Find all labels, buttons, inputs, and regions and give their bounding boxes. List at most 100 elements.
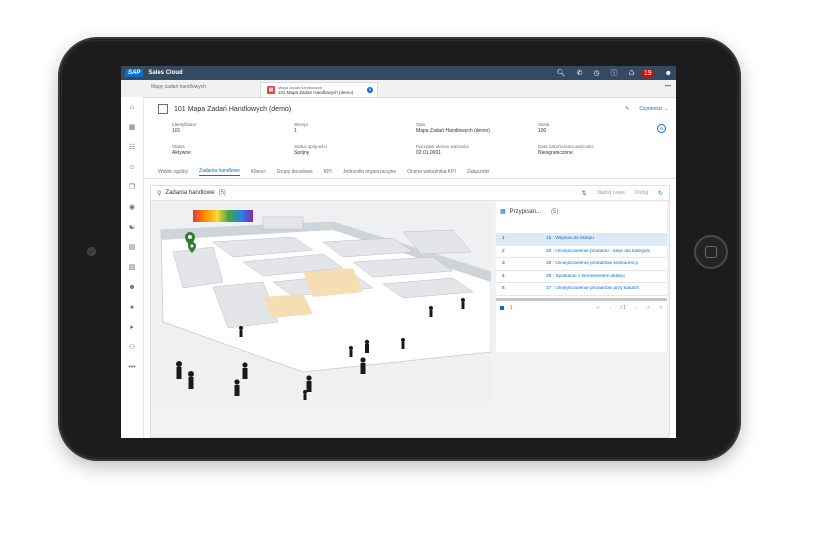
main-content: 101 Mapa Zadań Handlowych (demo) ✎ Czynn… — [144, 98, 676, 438]
pagination: 1 ⇤ ‹ / 1 › ⇥ ✕ — [496, 301, 667, 315]
tab-overview[interactable]: Widok ogólny — [158, 169, 188, 175]
actions-menu[interactable]: Czynności ⌄ — [639, 106, 668, 112]
more-icon[interactable]: ••• — [665, 84, 671, 90]
more-nav-icon[interactable]: ••• — [121, 357, 143, 377]
feed-icon[interactable]: ☷ — [121, 137, 143, 157]
row-link[interactable]: 27 : Umiejscowienie produktów przy kasac… — [546, 286, 639, 291]
row-link[interactable]: 26 : Umiejscowienie produktu - aleje dla… — [546, 249, 650, 254]
group-icon[interactable]: ⚇ — [121, 337, 143, 357]
field-label: Skala — [538, 122, 550, 127]
row-link[interactable]: 29 : Spotkanie z kierownikiem sklepu — [546, 274, 625, 279]
row-link[interactable]: 28 : Umiejscowienie produktów konkurencj… — [546, 261, 638, 266]
location-pin-icon: ⚲ — [157, 190, 162, 197]
field-value: Spójny — [294, 150, 310, 156]
current-page: 1 — [510, 304, 513, 311]
tab-customers[interactable]: Klienci — [251, 169, 266, 175]
home-icon[interactable]: ⌂ — [121, 97, 143, 117]
header-fields: Identyfikator 101 Wersja 1 Opis Mapa Zad… — [172, 122, 668, 166]
document-icon[interactable]: ▤ — [121, 237, 143, 257]
next-page-icon[interactable]: › — [635, 305, 637, 311]
section-tabs: Widok ogólny Zadania handlowe Klienci Gr… — [144, 166, 676, 179]
store-floor-illustration — [153, 202, 491, 404]
field-start-date: Początek okresu ważności 02.01.0001 — [416, 144, 469, 156]
actions-label: Czynności — [639, 106, 663, 112]
tab-attachments[interactable]: Załączniki — [467, 169, 489, 175]
first-page-icon[interactable]: ⇤ — [596, 305, 600, 311]
field-value: 100 — [538, 128, 547, 134]
row-number: 2 — [502, 248, 505, 254]
page-indicator-icon — [500, 305, 504, 310]
panel-count: (5) — [218, 190, 226, 196]
user-icon[interactable]: ☻ — [665, 70, 672, 77]
field-value: Nieograniczone — [538, 150, 573, 156]
field-value: 02.01.0001 — [416, 150, 442, 156]
sort-icon[interactable]: ⇅ — [582, 190, 587, 197]
assigned-list: 1 15 : Wejście do sklepu 2 26 : Umiejsco… — [496, 233, 667, 296]
add-button[interactable]: Dodaj — [635, 190, 648, 196]
tab-active[interactable]: ▦ Mapa zadań handlowych 101 Mapa Zadań H… — [260, 82, 378, 97]
refresh-icon[interactable]: ↻ — [658, 190, 663, 197]
field-version: Wersja 1 — [294, 122, 308, 134]
field-value: Mapa Zadań Handlowych (demo) — [416, 128, 490, 134]
page-title: 101 Mapa Zadań Handlowych (demo) — [174, 105, 292, 113]
tab-mapy-zadan[interactable]: Mapy zadań handlowych — [145, 82, 260, 97]
table-row[interactable]: 4 29 : Spotkanie z kierownikiem sklepu — [496, 271, 667, 283]
assigned-title: Przypisan... — [509, 208, 542, 215]
person-icon[interactable]: ♠ — [121, 297, 143, 317]
phone-icon[interactable]: ✆ — [577, 69, 583, 77]
tab-bar: Mapy zadań handlowych ▦ Mapa zadań handl… — [121, 80, 676, 98]
tab-kpi-evaluation[interactable]: Ocena wskaźnika KPI — [407, 169, 456, 175]
search-icon[interactable]: 🔍︎ — [557, 69, 566, 77]
camera — [87, 247, 96, 256]
panel-title: Zadania handlowe — [165, 190, 215, 196]
app-screen: SAP Sales Cloud 🔍︎ ✆ ◷ ⓘ ♺ 19 ☻ Mapy zad… — [121, 66, 676, 438]
prev-page-icon[interactable]: ‹ — [610, 305, 612, 311]
copy-icon[interactable]: ❐ — [121, 177, 143, 197]
close-icon[interactable]: ✕ — [367, 87, 373, 93]
table-row[interactable]: 2 26 : Umiejscowienie produktu - aleje d… — [496, 246, 667, 258]
row-number: 5 — [502, 286, 505, 292]
megaphone-icon[interactable]: ▸ — [121, 317, 143, 337]
page-total: / 1 — [620, 304, 626, 311]
team-icon[interactable]: ☯ — [121, 217, 143, 237]
list-icon: ▦ — [500, 209, 506, 215]
app-title: Sales Cloud — [148, 70, 183, 76]
calendar-icon[interactable]: ▦ — [121, 117, 143, 137]
tab-target-groups[interactable]: Grupy docelowe — [277, 169, 313, 175]
contacts-icon[interactable]: ☻ — [121, 277, 143, 297]
last-page-icon[interactable]: ⇥ — [646, 305, 650, 311]
edit-icon[interactable]: ✎ — [625, 106, 629, 112]
side-navigation: ⌂ ▦ ☷ ☺ ❐ ◉ ☯ ▤ ▧ ☻ ♠ ▸ ⚇ ••• — [121, 97, 144, 438]
tab-kpi[interactable]: KPI — [324, 169, 332, 175]
store-map[interactable] — [153, 202, 491, 404]
sales-tasks-panel: ⚲ Zadania handlowe (5) ⇅ Ułaśnij nowe Do… — [150, 185, 670, 438]
home-button[interactable] — [694, 235, 728, 269]
clock-icon[interactable]: ◷ — [593, 69, 599, 77]
help-icon[interactable]: ⓘ — [611, 68, 618, 78]
tab-org-units[interactable]: Jednostki organizacyjne — [343, 169, 396, 175]
row-number: 3 — [502, 261, 505, 267]
tab-sales-tasks[interactable]: Zadania handlowe — [199, 168, 240, 176]
field-label: Data zakończenia ważności — [538, 144, 594, 149]
field-label: Opis — [416, 122, 426, 127]
field-end-date: Data zakończenia ważności Nieograniczone — [538, 144, 594, 156]
panel-header: ⚲ Zadania handlowe (5) ⇅ Ułaśnij nowe Do… — [151, 186, 669, 201]
bell-icon[interactable]: ♺ — [629, 69, 635, 77]
field-value: 101 — [172, 128, 181, 134]
table-row[interactable]: 5 27 : Umiejscowienie produktów przy kas… — [496, 283, 667, 296]
new-button[interactable]: Ułaśnij nowe — [597, 190, 625, 196]
close-list-icon[interactable]: ✕ — [659, 305, 663, 311]
assigned-tasks-panel: ▦ Przypisan... (5) 1 15 : Wejście do skl… — [496, 202, 667, 352]
field-consistency: Status spójności Spójny — [294, 144, 327, 156]
search-people-icon[interactable]: ◉ — [121, 197, 143, 217]
field-value: 1 — [294, 128, 297, 134]
field-label: Status spójności — [294, 144, 327, 149]
row-link[interactable]: 15 : Wejście do sklepu — [546, 236, 594, 241]
tab-title: 101 Mapa Zadań Handlowych (demo) — [278, 90, 354, 95]
field-label: Początek okresu ważności — [416, 144, 470, 149]
table-row[interactable]: 1 15 : Wejście do sklepu — [496, 233, 667, 246]
table-row[interactable]: 3 28 : Umiejscowienie produktów konkuren… — [496, 258, 667, 271]
field-value: Aktywne — [172, 150, 191, 156]
document2-icon[interactable]: ▧ — [121, 257, 143, 277]
people-icon[interactable]: ☺ — [121, 157, 143, 177]
